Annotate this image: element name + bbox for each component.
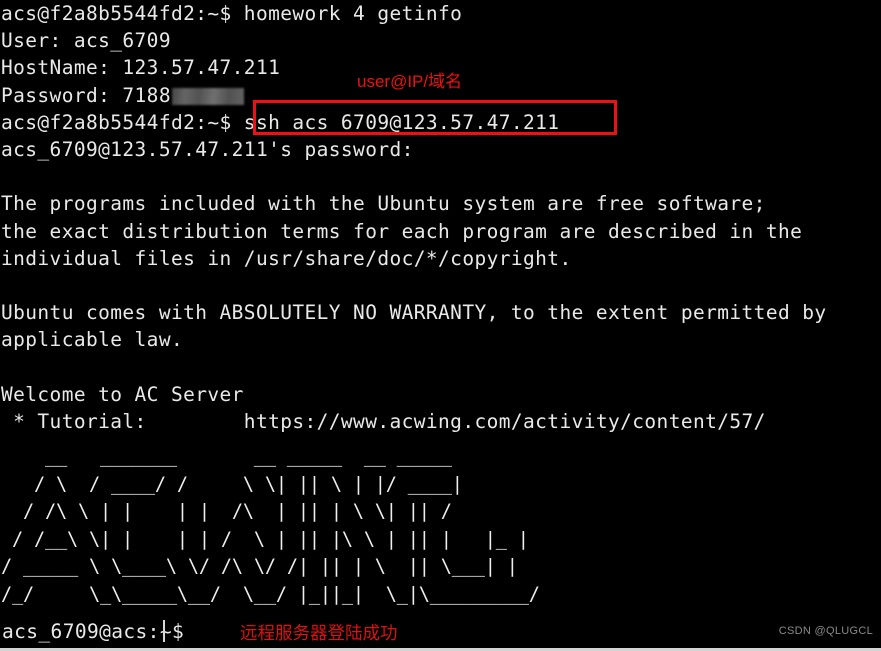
- terminal-line-blank-2: [0, 272, 881, 299]
- terminal-line-warranty-2: applicable law.: [1, 328, 184, 352]
- terminal-line-motd-1: The programs included with the Ubuntu sy…: [1, 192, 766, 216]
- terminal-line-motd-2: the exact distribution terms for each pr…: [1, 219, 803, 243]
- terminal-line-welcome: Welcome to AC Server: [1, 382, 244, 406]
- terminal-line-blank-1: [0, 163, 881, 190]
- csdn-watermark: CSDN @QLUGCL: [778, 624, 873, 637]
- password-redaction-block: [171, 87, 244, 105]
- terminal-line-user: User: acs_6709: [1, 29, 171, 53]
- terminal-line-motd-3: individual files in /usr/share/doc/*/cop…: [1, 246, 572, 270]
- terminal-line-local-prompt-getinfo: acs@f2a8b5544fd2:~$ homework 4 getinfo: [1, 2, 463, 25]
- terminal-cursor: [163, 620, 165, 642]
- acwing-ascii-art-logo: __ _______ __ _____ __ _____ / \ / ____/…: [1, 446, 540, 605]
- terminal-line-password-prompt: acs_6709@123.57.47.211's password:: [1, 137, 414, 161]
- annotation-user-ip-label: user@IP/域名: [357, 72, 463, 91]
- terminal-window[interactable]: acs@f2a8b5544fd2:~$ homework 4 getinfo U…: [0, 0, 881, 651]
- annotation-login-success-label: 远程服务器登陆成功: [240, 623, 398, 643]
- terminal-line-ssh-command: acs@f2a8b5544fd2:~$ ssh acs_6709@123.57.…: [1, 110, 560, 134]
- password-label-text: Password: 7188: [1, 83, 171, 107]
- terminal-line-remote-prompt: acs_6709@acs:~$: [2, 620, 185, 643]
- terminal-line-blank-3: [0, 353, 881, 380]
- terminal-line-warranty-1: Ubuntu comes with ABSOLUTELY NO WARRANTY…: [1, 301, 827, 325]
- terminal-line-tutorial: * Tutorial: https://www.acwing.com/activ…: [1, 409, 766, 433]
